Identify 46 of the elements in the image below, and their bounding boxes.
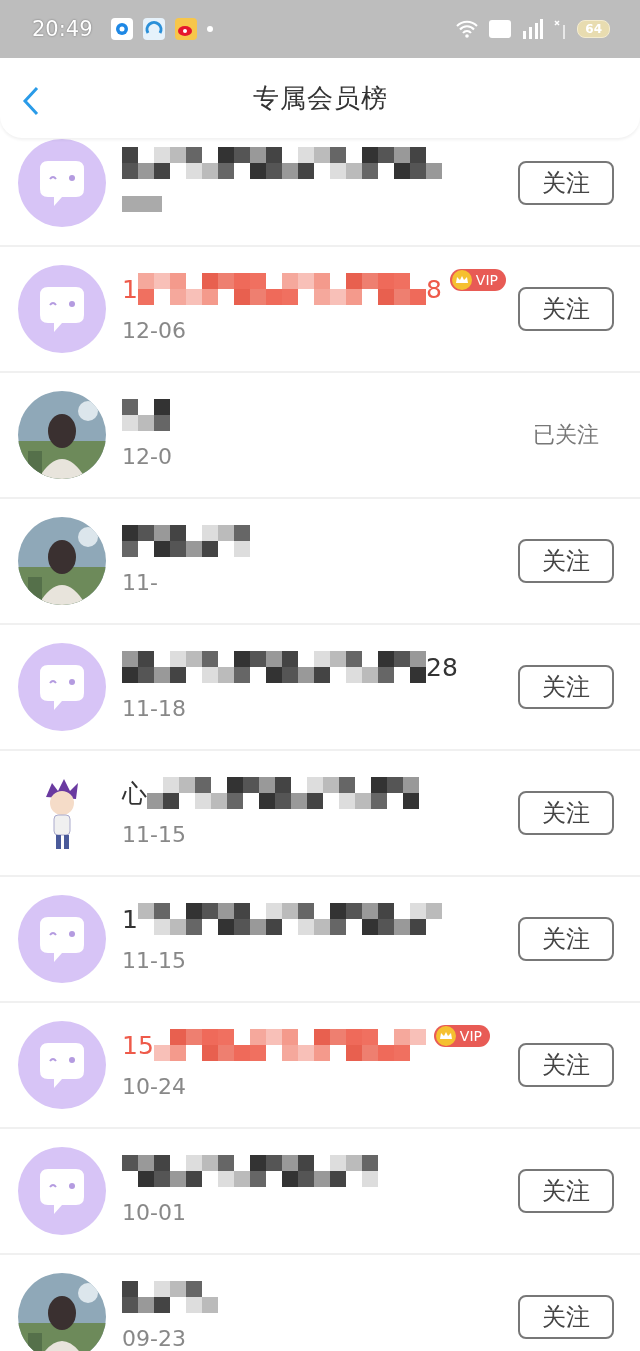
- signal-icon: [521, 19, 544, 39]
- avatar-icon: [18, 1021, 106, 1109]
- user-name: 28: [426, 652, 458, 682]
- app-notification-icon: [110, 18, 133, 40]
- followed-status: 已关注: [532, 421, 600, 449]
- follow-button[interactable]: 关注: [518, 665, 614, 709]
- follow-button[interactable]: 关注: [518, 161, 614, 205]
- follow-date: 11-18: [122, 696, 187, 722]
- avatar-icon: [18, 643, 106, 731]
- avatar-icon: [18, 895, 106, 983]
- follow-date: 11-: [122, 570, 159, 596]
- follow-button[interactable]: 关注: [518, 1043, 614, 1087]
- user-name: 1: [122, 904, 138, 934]
- follow-button[interactable]: 关注: [518, 539, 614, 583]
- crown-icon: [435, 1026, 456, 1046]
- page-title: 专属会员榜: [252, 81, 388, 115]
- follow-date: 12-06: [122, 318, 187, 344]
- status-time: 20:49: [32, 17, 93, 41]
- follow-date: 12-0: [122, 444, 173, 470]
- follow-date: 10-01: [122, 1200, 187, 1226]
- avatar-icon: [18, 1147, 106, 1235]
- follow-date: 11-15: [122, 822, 187, 848]
- user-name: 1: [122, 274, 138, 304]
- user-name: 15: [122, 1030, 154, 1060]
- user-name: 8: [425, 274, 442, 304]
- weibo-icon: [174, 18, 197, 40]
- vip-badge: VIP: [433, 1025, 490, 1047]
- avatar-icon: [18, 265, 106, 353]
- user-name: 心: [122, 777, 147, 810]
- follow-date: 09-23: [122, 1326, 187, 1351]
- app-notification-icon: [142, 18, 165, 40]
- follow-button[interactable]: 关注: [518, 1169, 614, 1213]
- follow-button[interactable]: 关注: [518, 917, 614, 961]
- follow-button[interactable]: 关注: [518, 287, 614, 331]
- follow-button[interactable]: 关注: [518, 1295, 614, 1339]
- mosaic-drawing: [122, 399, 170, 431]
- battery-level: 64: [577, 20, 610, 38]
- crown-icon: [451, 270, 472, 290]
- signal-icon: [553, 19, 568, 39]
- follow-date: 10-24: [122, 1074, 187, 1100]
- wifi-icon: [455, 20, 480, 38]
- follow-date: 11-15: [122, 948, 187, 974]
- back-icon[interactable]: [22, 86, 40, 116]
- dot-icon: [206, 26, 213, 32]
- vip-badge: VIP: [449, 269, 506, 291]
- follow-button[interactable]: 关注: [518, 791, 614, 835]
